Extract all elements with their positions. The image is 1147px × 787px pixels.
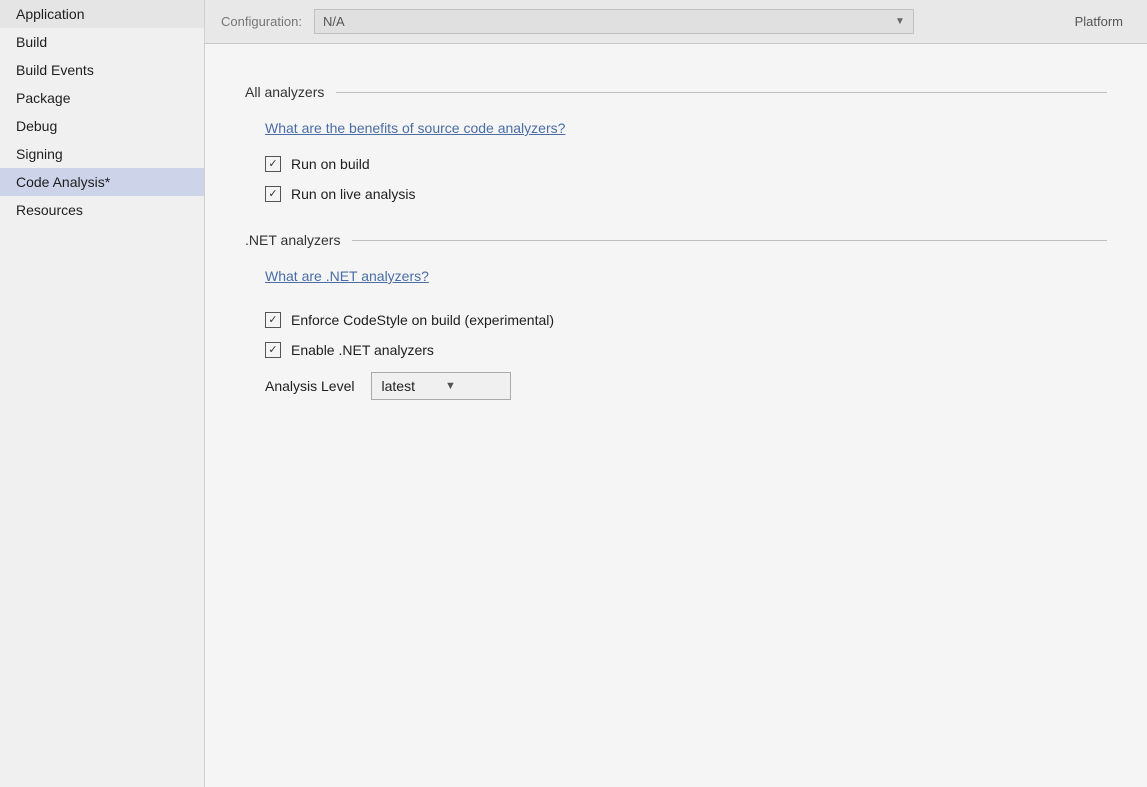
enforce-codestyle-label: Enforce CodeStyle on build (experimental… [291, 312, 554, 328]
run-on-live-checkmark: ✓ [268, 189, 277, 200]
enable-net-analyzers-label: Enable .NET analyzers [291, 342, 434, 358]
analysis-level-dropdown[interactable]: latest ▼ [371, 372, 511, 400]
sidebar-item-build-events[interactable]: Build Events [0, 56, 204, 84]
enable-net-analyzers-row: ✓ Enable .NET analyzers [265, 342, 1107, 358]
sidebar-item-resources[interactable]: Resources [0, 196, 204, 224]
header-bar: Configuration: N/A ▼ Platform [205, 0, 1147, 44]
analysis-level-arrow: ▼ [445, 380, 456, 392]
analysis-level-value: latest [382, 378, 415, 394]
analysis-level-row: Analysis Level latest ▼ [265, 372, 1107, 400]
config-label: Configuration: [221, 14, 302, 29]
run-on-build-checkmark: ✓ [268, 159, 277, 170]
sidebar-item-signing[interactable]: Signing [0, 140, 204, 168]
all-analyzers-title: All analyzers [245, 84, 336, 100]
analysis-level-label: Analysis Level [265, 378, 355, 394]
all-analyzers-help-link[interactable]: What are the benefits of source code ana… [265, 120, 565, 136]
net-analyzers-divider [352, 240, 1107, 241]
config-dropdown-arrow: ▼ [895, 16, 905, 27]
sidebar: ApplicationBuildBuild EventsPackageDebug… [0, 0, 205, 787]
enable-net-analyzers-checkbox[interactable]: ✓ [265, 342, 281, 358]
net-analyzers-help-link[interactable]: What are .NET analyzers? [265, 268, 429, 284]
sidebar-item-debug[interactable]: Debug [0, 112, 204, 140]
all-analyzers-divider [336, 92, 1107, 93]
sidebar-item-code-analysis-[interactable]: Code Analysis* [0, 168, 204, 196]
run-on-build-checkbox[interactable]: ✓ [265, 156, 281, 172]
run-on-live-label: Run on live analysis [291, 186, 416, 202]
run-on-build-row: ✓ Run on build [265, 156, 1107, 172]
sidebar-item-build[interactable]: Build [0, 28, 204, 56]
sidebar-item-package[interactable]: Package [0, 84, 204, 112]
enforce-codestyle-checkmark: ✓ [268, 315, 277, 326]
config-value: N/A [323, 14, 345, 29]
run-on-live-row: ✓ Run on live analysis [265, 186, 1107, 202]
enforce-codestyle-row: ✓ Enforce CodeStyle on build (experiment… [265, 312, 1107, 328]
net-analyzers-section-header: .NET analyzers [245, 232, 1107, 248]
run-on-live-checkbox[interactable]: ✓ [265, 186, 281, 202]
net-analyzers-title: .NET analyzers [245, 232, 352, 248]
content-area: All analyzers What are the benefits of s… [205, 44, 1147, 787]
run-on-build-label: Run on build [291, 156, 370, 172]
sidebar-item-application[interactable]: Application [0, 0, 204, 28]
config-dropdown[interactable]: N/A ▼ [314, 9, 914, 34]
platform-label: Platform [1075, 14, 1131, 29]
all-analyzers-section-header: All analyzers [245, 84, 1107, 100]
enable-net-analyzers-checkmark: ✓ [268, 345, 277, 356]
enforce-codestyle-checkbox[interactable]: ✓ [265, 312, 281, 328]
main-panel: Configuration: N/A ▼ Platform All analyz… [205, 0, 1147, 787]
